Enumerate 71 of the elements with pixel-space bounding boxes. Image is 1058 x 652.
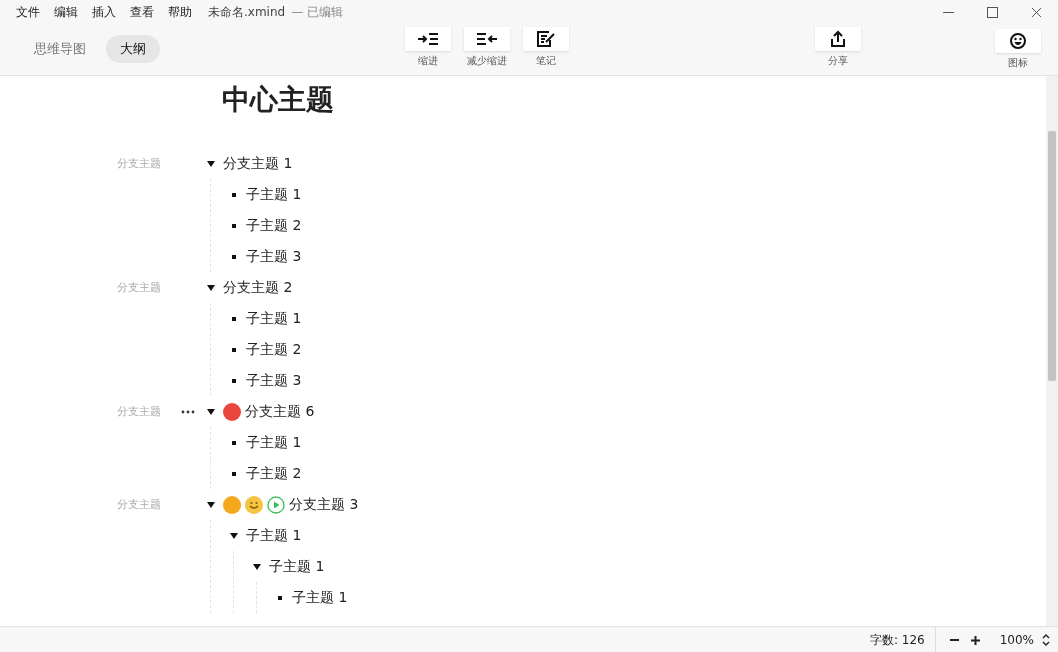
up-down-icon[interactable] (1042, 634, 1050, 646)
expand-triangle-icon[interactable] (207, 501, 215, 508)
branch-label: 分支主题 (117, 156, 162, 171)
menu-item[interactable]: 插入 (92, 3, 116, 21)
menu-item[interactable]: 帮助 (168, 3, 192, 21)
expand-triangle-icon[interactable] (207, 284, 215, 291)
toolbar-label: 笔记 (536, 54, 556, 68)
toolbar-label: 图标 (1008, 56, 1028, 70)
branch-label: 分支主题 (117, 497, 162, 512)
bullet-icon (232, 223, 236, 228)
bullet-icon (232, 347, 236, 352)
indent-icon (417, 32, 439, 46)
play-icon (267, 495, 285, 514)
toolbar-button[interactable] (523, 27, 569, 51)
smiley-icon (1010, 33, 1026, 49)
share-icon (829, 30, 847, 48)
scrollbar[interactable] (1046, 76, 1058, 626)
toolbar-label: 缩进 (418, 54, 438, 68)
toolbar-label: 减少缩进 (467, 54, 507, 68)
window-title: 未命名.xmind (208, 3, 286, 21)
smiley-icon (245, 495, 263, 514)
subtopic-text[interactable]: 子主题 3 (246, 247, 302, 266)
subtopic-text[interactable]: 子主题 2 (246, 216, 302, 235)
more-icon[interactable] (181, 409, 195, 414)
toolbar-button[interactable] (405, 27, 451, 51)
central-topic[interactable]: 中心主题 (222, 82, 1046, 118)
bullet-icon (278, 595, 282, 600)
bullet-icon (232, 440, 236, 445)
view-tab[interactable]: 思维导图 (20, 35, 100, 63)
expand-triangle-icon[interactable] (207, 160, 215, 167)
menu-item[interactable]: 编辑 (54, 3, 78, 21)
subtopic-text[interactable]: 子主题 3 (246, 371, 302, 390)
icons-button[interactable] (995, 29, 1041, 53)
subtopic-text[interactable]: 子主题 1 (246, 185, 302, 204)
minus-icon (949, 639, 959, 641)
subtopic-text[interactable]: 子主题 1 (246, 526, 302, 545)
note-icon (537, 31, 555, 47)
menu-item[interactable]: 查看 (130, 3, 154, 21)
expand-triangle-icon[interactable] (230, 532, 238, 539)
maximize-icon[interactable] (986, 6, 998, 18)
bullet-icon (232, 316, 236, 321)
bullet-icon (232, 192, 236, 197)
share-button[interactable] (815, 27, 861, 51)
word-count: 字数: 126 (869, 627, 936, 652)
subtopic-text[interactable]: 子主题 1 (292, 588, 348, 607)
minimize-icon[interactable] (942, 11, 954, 13)
expand-triangle-icon[interactable] (253, 563, 261, 570)
close-icon[interactable] (1030, 6, 1042, 18)
edit-status: — 已编辑 (291, 3, 343, 21)
branch-topic-text[interactable]: 分支主题 1 (223, 154, 293, 173)
subtopic-text[interactable]: 子主题 2 (246, 464, 302, 483)
view-tab[interactable]: 大纲 (106, 35, 160, 63)
menu-item[interactable]: 文件 (16, 3, 40, 21)
subtopic-text[interactable]: 子主题 2 (246, 340, 302, 359)
subtopic-text[interactable]: 子主题 1 (246, 433, 302, 452)
subtopic-text[interactable]: 子主题 1 (246, 309, 302, 328)
toolbar-button[interactable] (464, 27, 510, 51)
plus-icon (970, 635, 980, 645)
branch-topic-text[interactable]: 分支主题 2 (223, 278, 293, 297)
bullet-icon (232, 254, 236, 259)
expand-triangle-icon[interactable] (207, 408, 215, 415)
subtopic-text[interactable]: 子主题 1 (269, 557, 325, 576)
branch-label: 分支主题 (117, 404, 162, 419)
branch-topic-text[interactable]: 分支主题 3 (289, 495, 359, 514)
bullet-icon (232, 471, 236, 476)
bullet-icon (232, 378, 236, 383)
branch-label: 分支主题 (117, 280, 162, 295)
zoom-level: 100% (999, 633, 1034, 647)
outdent-icon (476, 32, 498, 46)
branch-topic-text[interactable]: 分支主题 6 (245, 402, 315, 421)
toolbar-label: 分享 (828, 54, 848, 68)
